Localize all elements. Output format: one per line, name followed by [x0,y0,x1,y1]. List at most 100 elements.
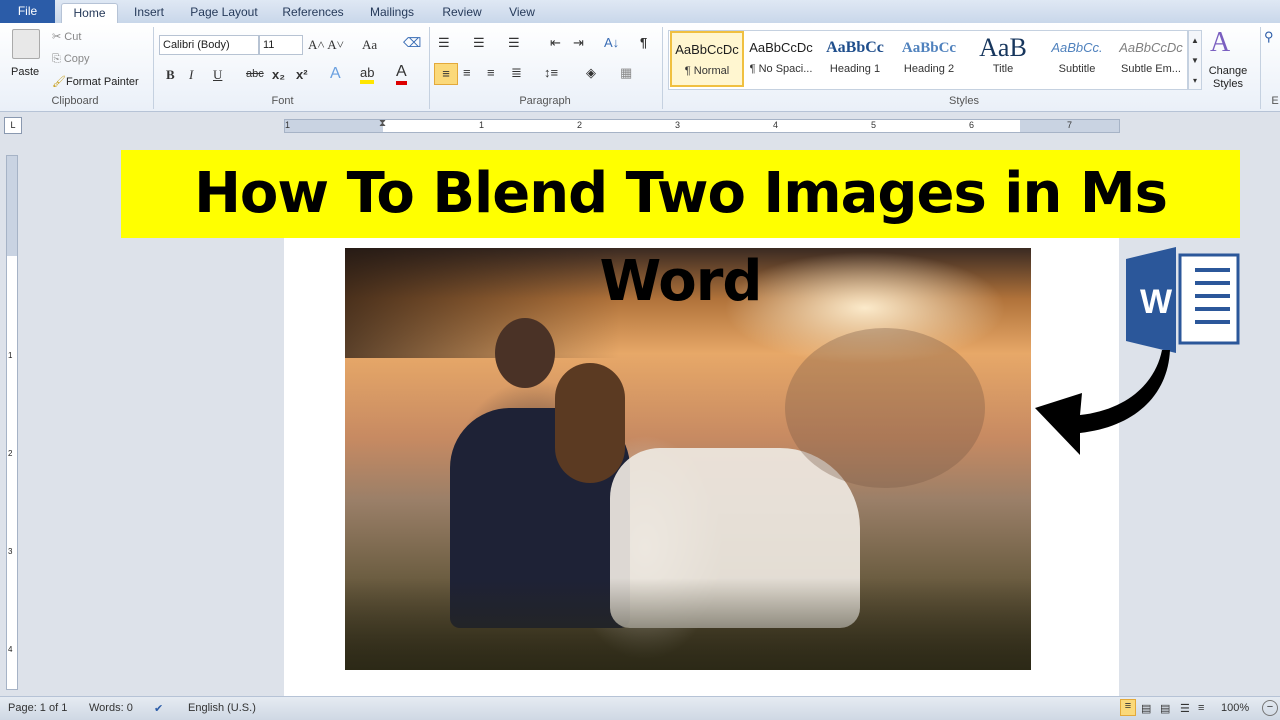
word-count[interactable]: Words: 0 [89,702,133,714]
font-color-icon[interactable]: A [396,63,407,85]
scissors-icon: ✂ [52,31,65,43]
styles-scroll[interactable]: ▲ ▼ ▾ [1188,30,1202,90]
grow-font-icon[interactable]: A˄ A˅ [308,37,344,53]
cut-button[interactable]: ✂ Cut [52,30,81,43]
zoom-out-button[interactable]: − [1262,700,1278,716]
show-formatting-button[interactable]: ¶ [640,35,647,50]
arrow-icon [1035,350,1170,455]
tab-selector[interactable]: L [4,117,22,134]
tab-page-layout[interactable]: Page Layout [184,3,264,23]
tab-references[interactable]: References [276,3,350,23]
ruler-number: 2 [8,449,13,458]
ruler-number: 7 [1067,120,1073,130]
style-normal[interactable]: AaBbCcDc ¶ Normal [670,31,744,87]
italic-button[interactable]: I [189,67,193,83]
brush-icon: 🖌 [52,76,66,88]
style-subtitle[interactable]: AaBbCc. Subtitle [1040,31,1114,87]
tab-home[interactable]: Home [61,3,118,23]
draft-icon[interactable]: ≡ [1198,702,1204,714]
ruler-number: 1 [8,351,13,360]
tab-file[interactable]: File [0,0,55,23]
borders-icon[interactable]: ▦ [620,65,632,81]
find-icon[interactable]: ⚲ [1264,29,1274,45]
text-effects-icon[interactable]: A [330,65,341,83]
paste-button[interactable]: Paste [11,66,39,78]
copy-button[interactable]: ⎘ Copy [52,53,90,66]
paragraph-group-label: Paragraph [519,95,571,107]
style-heading-2[interactable]: AaBbCc Heading 2 [892,31,966,87]
style-preview: AaBbCcDc [749,40,813,55]
superscript-button[interactable]: x² [296,67,308,82]
style-title[interactable]: AaB Title [966,31,1040,87]
tab-view[interactable]: View [500,3,544,23]
page-count[interactable]: Page: 1 of 1 [8,702,67,714]
ruler-number: 3 [8,547,13,556]
proofing-icon[interactable]: ✔ [154,702,163,715]
sort-icon[interactable]: A↓ [604,35,619,50]
outline-icon[interactable]: ☰ [1180,702,1190,715]
svg-text:W: W [1140,283,1173,321]
align-right-icon[interactable]: ≡ [487,65,495,80]
style-subtle-emphasis[interactable]: AaBbCcDc Subtle Em... [1114,31,1188,87]
man-head [495,318,555,388]
ruler-number: 1 [285,120,291,130]
align-left-button[interactable]: ≡ [434,63,458,85]
decrease-indent-icon[interactable]: ⇤ [550,35,561,51]
ruler-number: 3 [675,120,681,130]
shading-icon[interactable]: ◈ [586,65,596,81]
bold-button[interactable]: B [166,67,175,83]
title-banner: How To Blend Two Images in Ms Word [121,150,1240,314]
ruler-number: 1 [479,120,485,130]
indent-marker[interactable]: ⧗ [379,118,386,129]
format-painter-button[interactable]: 🖌Format Painter [52,75,139,88]
style-preview: AaBbCcDc [1119,40,1183,55]
ruler-number: 2 [577,120,583,130]
tab-mailings[interactable]: Mailings [362,3,422,23]
ribbon-tabs: File Home Insert Page Layout References … [0,0,1280,23]
change-styles-button[interactable]: Change Styles [1206,65,1250,91]
ruler-number: 6 [969,120,975,130]
align-center-icon[interactable]: ≡ [463,65,471,80]
styles-group-label: Styles [949,95,979,107]
bullets-icon[interactable]: ☰ [438,35,450,51]
style-name: Subtitle [1058,63,1096,75]
numbering-icon[interactable]: ☰ [473,35,485,51]
justify-icon[interactable]: ≣ [511,65,522,81]
vertical-ruler[interactable]: 1 2 3 4 [6,155,18,690]
multilevel-list-icon[interactable]: ☰ [508,35,520,51]
ribbon: Paste ✂ Cut ⎘ Copy 🖌Format Painter Clipb… [0,23,1280,112]
style-preview: AaBbCc. [1051,40,1103,55]
style-name: Heading 2 [903,63,955,75]
subscript-button[interactable]: x₂ [272,67,285,82]
clear-formatting-icon[interactable]: ⌫ [403,35,421,51]
line-spacing-icon[interactable]: ↕≡ [544,65,558,80]
word-logo-and-arrow: W [1035,247,1240,455]
font-group-label: Font [271,95,294,107]
style-name: Subtle Em... [1121,63,1181,75]
style-preview: AaBbCc [826,39,884,56]
print-layout-icon[interactable]: ≡ [1120,699,1136,716]
tab-insert[interactable]: Insert [124,3,174,23]
font-size-select[interactable]: 11 [259,35,303,55]
font-name-select[interactable]: Calibri (Body) [159,35,259,55]
increase-indent-icon[interactable]: ⇥ [573,35,584,51]
web-layout-icon[interactable]: ▤ [1160,702,1170,715]
style-heading-1[interactable]: AaBbCc Heading 1 [818,31,892,87]
style-no-spacing[interactable]: AaBbCcDc ¶ No Spaci... [744,31,818,87]
strikethrough-button[interactable]: abc [246,68,264,80]
change-styles-icon[interactable]: A [1210,27,1230,59]
zoom-level[interactable]: 100% [1221,702,1249,714]
style-name: ¶ No Spaci... [749,63,813,75]
word-logo-icon: W [1126,247,1240,353]
paste-icon[interactable] [12,29,40,59]
tab-review[interactable]: Review [436,3,488,23]
format-painter-label: Format Painter [65,76,139,88]
horizontal-ruler[interactable]: ⧗ 1 1 2 3 4 5 6 7 [284,118,1120,133]
style-preview: AaBbCcDc [675,42,739,57]
highlight-icon[interactable]: ab [360,65,375,84]
underline-button[interactable]: U [213,67,222,83]
full-screen-reading-icon[interactable]: ▤ [1141,702,1151,715]
language[interactable]: English (U.S.) [188,702,256,714]
style-name: Heading 1 [829,63,881,75]
change-case-button[interactable]: Aa [362,37,377,53]
